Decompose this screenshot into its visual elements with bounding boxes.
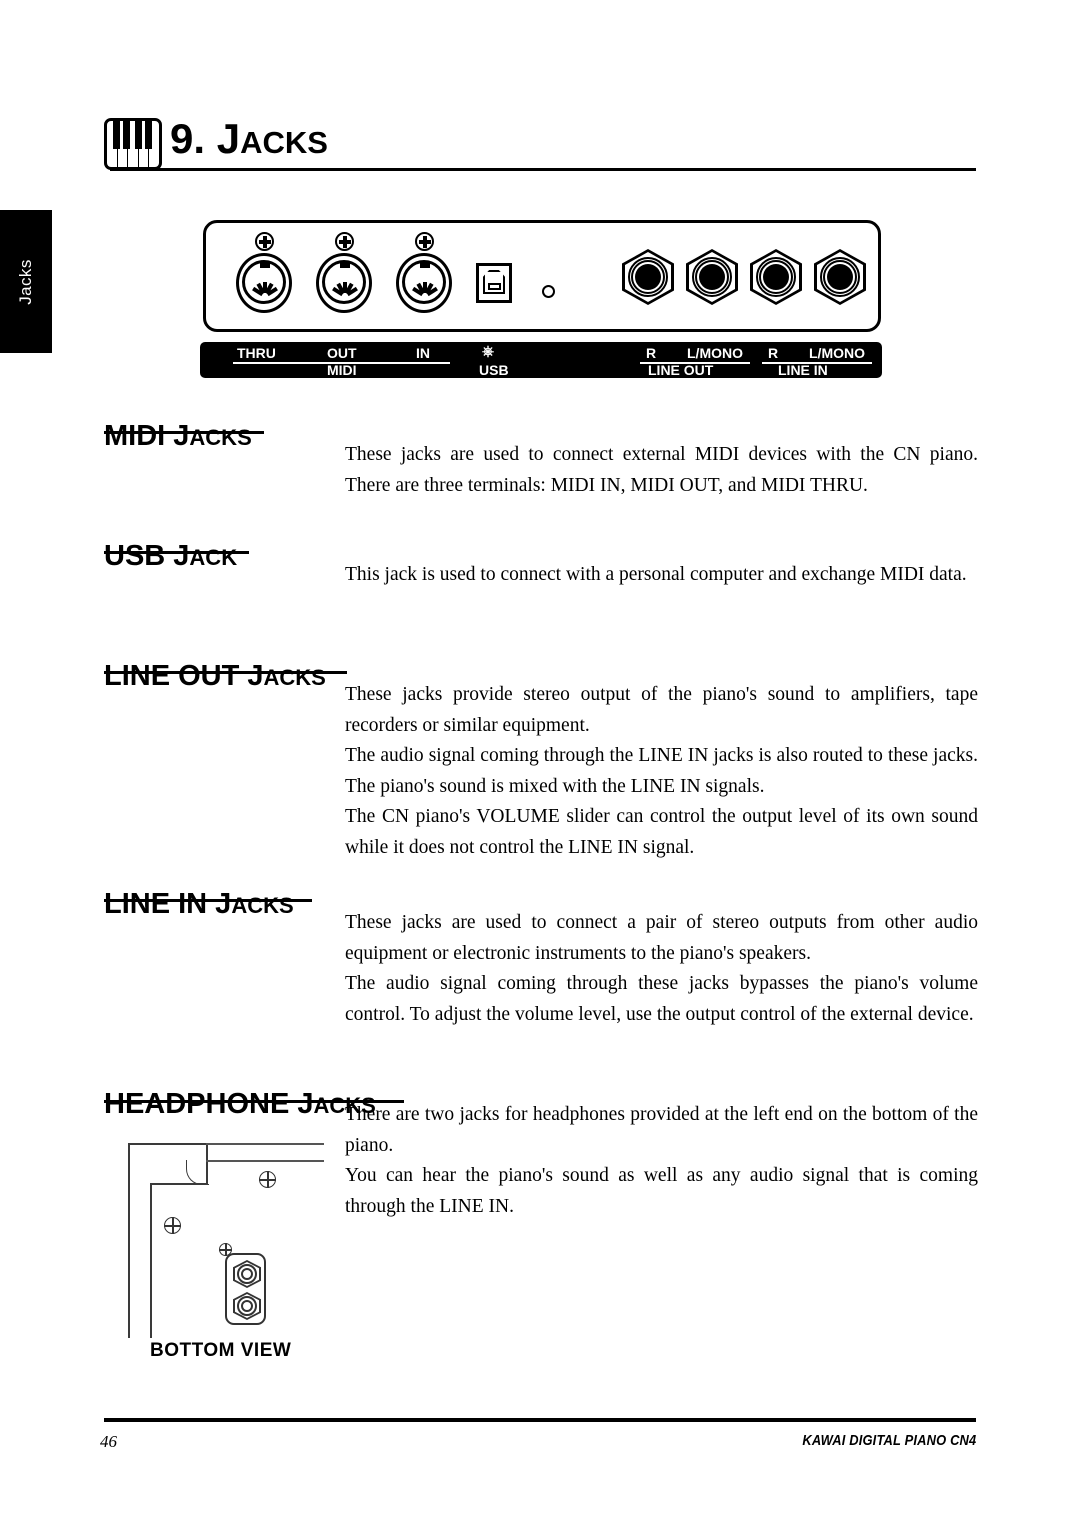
paragraph: The audio signal coming through the LINE… [345,745,978,797]
paragraph: These jacks are used to connect a pair o… [345,912,978,964]
line-out-r-jack [622,249,674,305]
footer-product-name: KAWAI DIGITAL PIANO CN4 [801,1432,976,1449]
label-line-in-l-mono: L/MONO [809,345,865,361]
section-body-headphone-jacks: There are two jacks for headphones provi… [345,1100,978,1222]
label-line-out-group: LINE OUT [648,362,714,378]
screw-icon [415,232,434,251]
label-line-out-l-mono: L/MONO [687,345,743,361]
paragraph: The audio signal coming through these ja… [345,973,978,1025]
label-line-in-r: R [768,345,779,361]
panel-chassis [203,220,881,332]
heading-main: MIDI J [104,420,190,453]
rear-jack-panel-diagram: THRU OUT IN MIDI ⎈ USB R L/MONO LINE OUT… [200,218,884,378]
headphone-jack-2 [233,1292,261,1320]
section-heading-rule [104,899,312,902]
chapter-thumb-tab-label: Jacks [16,258,35,305]
section-heading-midi-jacks: MIDI JACKS [104,420,252,454]
midi-in-jack [396,253,452,313]
section-heading-line-in-jacks: LINE IN JACKS [104,888,294,922]
chapter-title-smallcaps: ACKS [240,125,328,160]
line-in-r-jack [750,249,802,305]
paragraph: These jacks are used to connect external… [345,444,978,465]
heading-smallcaps: ACKS [231,893,294,919]
headphone-jack-plate [225,1253,266,1325]
section-body-midi-jacks: These jacks are used to connect external… [345,440,978,501]
heading-main: USB J [104,540,190,573]
usb-type-b-port [476,263,512,303]
usb-icon: ⎈ [482,343,495,360]
chapter-header-rule [110,168,976,171]
chapter-header: 9. JACKS [104,110,976,172]
heading-smallcaps: ACKS [189,425,252,451]
label-usb-group: USB [479,362,509,378]
screw-icon [335,232,354,251]
heading-smallcaps: ACKS [263,665,326,691]
screw-icon [164,1217,181,1234]
bottom-view-diagram: BOTTOM VIEW [108,1135,348,1370]
label-midi-in: IN [416,345,430,361]
cabinet-outline [128,1143,324,1338]
heading-main: LINE IN J [104,888,232,921]
page-title: 9. JACKS [170,110,328,172]
heading-smallcaps: ACK [189,545,238,571]
paragraph: There are two jacks for headphones provi… [345,1104,978,1156]
paragraph: This jack is used to connect with a pers… [345,564,967,585]
section-heading-usb-jack: USB JACK [104,540,237,574]
panel-hole-icon [542,285,555,298]
midi-thru-jack [236,253,292,313]
paragraph: These jacks provide stereo output of the… [345,684,978,736]
section-heading-rule [104,551,249,554]
section-heading-headphone-jacks: HEADPHONE JACKS [104,1088,376,1122]
piano-keys-icon [104,118,162,170]
paragraph: There are three terminals: MIDI IN, MIDI… [345,474,868,496]
section-body-line-in-jacks: These jacks are used to connect a pair o… [345,908,978,1030]
label-line-out-r: R [646,345,657,361]
page-number: 46 [100,1432,117,1451]
section-heading-line-out-jacks: LINE OUT JACKS [104,660,326,694]
section-body-usb-jack: This jack is used to connect with a pers… [345,560,978,591]
section-body-line-out-jacks: These jacks provide stereo output of the… [345,680,978,863]
section-heading-rule [104,671,347,674]
label-midi-group: MIDI [327,362,357,378]
label-line-in-group: LINE IN [778,362,828,378]
paragraph: You can hear the piano's sound as well a… [345,1165,978,1217]
screw-icon [255,232,274,251]
panel-label-bar: THRU OUT IN MIDI ⎈ USB R L/MONO LINE OUT… [200,342,882,378]
label-midi-thru: THRU [237,345,276,361]
section-heading-rule [104,431,264,434]
paragraph: The CN piano's VOLUME slider can control… [345,806,978,858]
footer-rule [104,1418,976,1422]
headphone-jack-1 [233,1260,261,1288]
heading-main: LINE OUT J [104,660,264,693]
line-out-l-mono-jack [686,249,738,305]
label-midi-out: OUT [327,345,357,361]
chapter-thumb-tab: Jacks [0,210,52,353]
screw-icon [259,1171,276,1188]
bottom-view-caption: BOTTOM VIEW [150,1340,292,1361]
chapter-number: 9. [170,115,206,162]
line-in-l-mono-jack [814,249,866,305]
heading-main: HEADPHONE J [104,1088,314,1121]
midi-out-jack [316,253,372,313]
chapter-title-initial: J [216,115,241,162]
